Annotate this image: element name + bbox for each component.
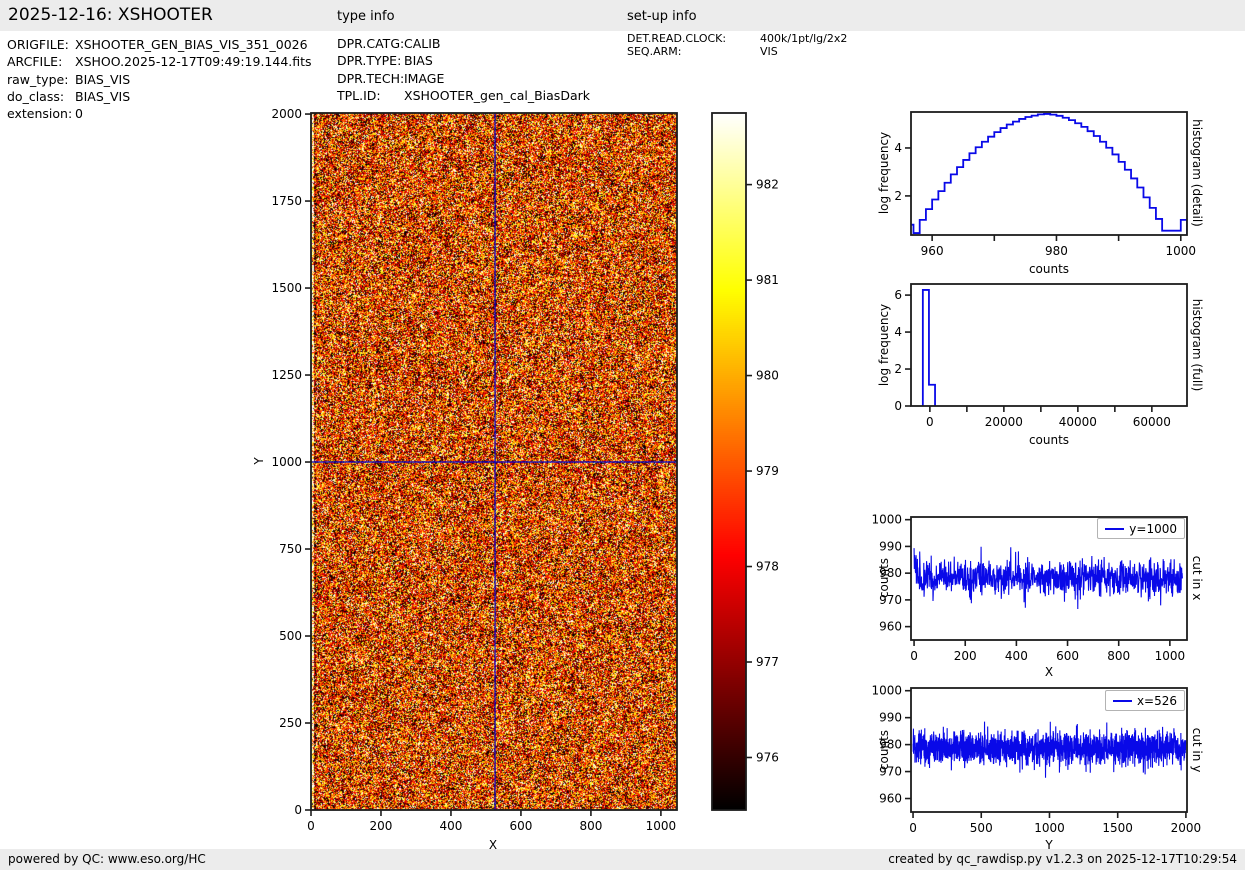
tick-label: 60000 [1133, 415, 1171, 429]
tick-label: 977 [756, 655, 779, 669]
tick-label: 250 [279, 716, 302, 730]
tick-label: 2000 [1171, 821, 1202, 835]
footer-credit-right: created by qc_rawdisp.py v1.2.3 on 2025-… [888, 852, 1237, 866]
tick-label: 400 [440, 819, 463, 833]
tick-label: 800 [1107, 649, 1130, 663]
tick-label: 1750 [271, 194, 302, 208]
cut-y-side-label: cut in y [1190, 727, 1204, 773]
hist-detail-x-label: counts [1028, 262, 1070, 276]
cut-x-side-label: cut in x [1190, 555, 1204, 601]
cut-x-x-label: X [1044, 665, 1054, 679]
hist-detail-y-label: log frequency [877, 131, 891, 215]
hist-detail-line [911, 113, 1187, 235]
tick-label: 1250 [271, 368, 302, 382]
legend-cut-x: y=1000 [1097, 518, 1185, 539]
tick-label: 990 [879, 539, 902, 553]
colorbar-frame [711, 112, 747, 811]
tick-label: 1000 [271, 455, 302, 469]
tick-label: 1000 [646, 819, 677, 833]
tick-label: 2000 [271, 107, 302, 121]
hist-full-side-label: histogram (full) [1190, 298, 1204, 392]
cut-x-line [913, 546, 1183, 609]
tick-label: 1500 [1102, 821, 1133, 835]
tick-label: 200 [370, 819, 393, 833]
tick-label: 980 [1045, 244, 1068, 258]
tick-label: 40000 [1059, 415, 1097, 429]
tick-label: 976 [756, 750, 779, 764]
tick-label: 200 [954, 649, 977, 663]
tick-label: 0 [910, 649, 918, 663]
tick-label: 960 [879, 792, 902, 806]
tick-label: 1000 [871, 684, 902, 698]
tick-label: 20000 [985, 415, 1023, 429]
hist-detail-side-label: histogram (detail) [1190, 119, 1204, 227]
tick-label: 800 [579, 819, 602, 833]
tick-label: 400 [1005, 649, 1028, 663]
tick-label: 600 [509, 819, 532, 833]
tick-label: 979 [756, 464, 779, 478]
tick-label: 981 [756, 273, 779, 287]
tick-label: 600 [1056, 649, 1079, 663]
legend-label: x=526 [1136, 693, 1177, 708]
cut-y-line [912, 721, 1187, 778]
main-y-axis-label: Y [252, 457, 266, 465]
tick-label: 980 [756, 369, 779, 383]
tick-label: 978 [756, 560, 779, 574]
legend-label: y=1000 [1129, 521, 1177, 536]
main-x-axis-label: X [488, 838, 498, 852]
tick-label: 960 [921, 244, 944, 258]
cut-y-y-label: counts [877, 729, 891, 771]
tick-label: 1000 [1034, 821, 1065, 835]
cut-y-x-label: Y [1045, 838, 1053, 852]
legend-line-sample [1105, 527, 1125, 530]
tick-label: 0 [307, 819, 315, 833]
tick-label: 0 [894, 399, 902, 413]
legend-line-sample [1112, 699, 1132, 702]
cut-x-y-label: counts [877, 557, 891, 599]
tick-label: 4 [894, 325, 902, 339]
tick-label: 500 [279, 629, 302, 643]
tick-label: 750 [279, 542, 302, 556]
legend-cut-y: x=526 [1104, 690, 1185, 711]
tick-label: 960 [879, 620, 902, 634]
footer-credit-left: powered by QC: www.eso.org/HC [8, 852, 206, 866]
tick-label: 0 [909, 821, 917, 835]
tick-label: 2 [894, 362, 902, 376]
hist-full-line [921, 289, 936, 406]
tick-label: 1000 [871, 513, 902, 527]
hist-full-x-label: counts [1028, 433, 1070, 447]
tick-label: 982 [756, 178, 779, 192]
tick-label: 1000 [1155, 649, 1186, 663]
tick-label: 0 [926, 415, 934, 429]
tick-label: 1000 [1166, 244, 1197, 258]
tick-label: 2 [894, 189, 902, 203]
tick-label: 0 [294, 803, 302, 817]
tick-label: 1500 [271, 281, 302, 295]
tick-label: 990 [879, 711, 902, 725]
tick-label: 500 [970, 821, 993, 835]
qc-report-page: 2025-12-16: XSHOOTER type info set-up in… [0, 0, 1245, 870]
hist-full-y-label: log frequency [877, 303, 891, 387]
tick-label: 6 [894, 288, 902, 302]
tick-label: 4 [894, 141, 902, 155]
hist-full-frame [910, 283, 1188, 407]
